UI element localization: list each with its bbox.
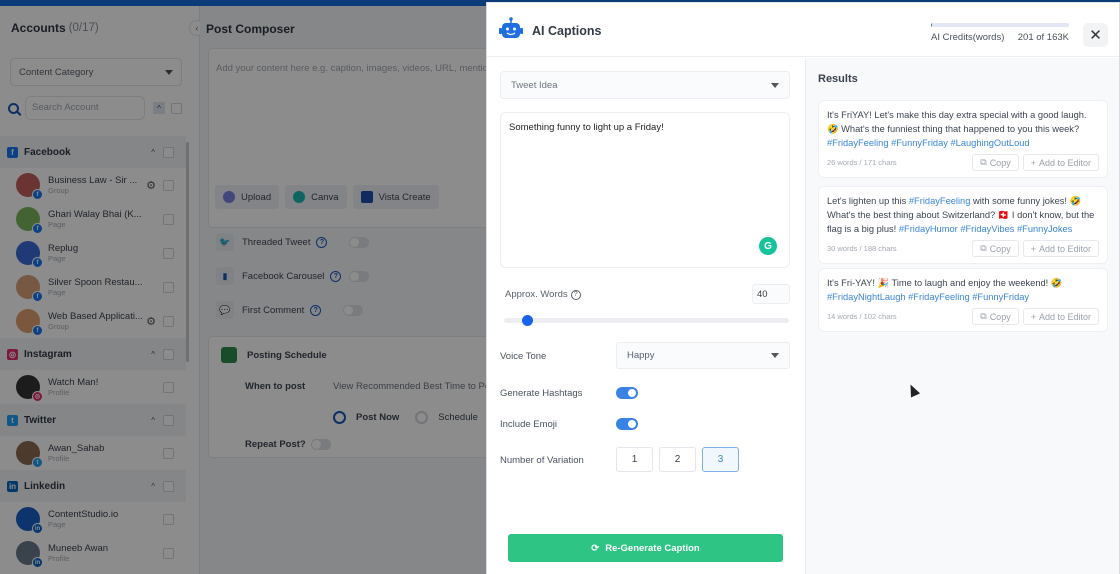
include-emoji-label: Include Emoji xyxy=(500,419,558,430)
variation-label: Number of Variation xyxy=(500,455,584,466)
approx-words-input[interactable]: 40 xyxy=(752,284,790,304)
variation-2-button[interactable]: 2 xyxy=(659,447,696,472)
add-to-editor-label: Add to Editor xyxy=(1038,157,1091,168)
ai-captions-modal: AI Captions AI Credits(words) 201 of 163… xyxy=(486,2,1120,574)
caption-type-value: Tweet Idea xyxy=(511,79,558,91)
copy-icon: ⧉ xyxy=(980,157,987,167)
credits-label: AI Credits(words) xyxy=(931,32,1005,43)
copy-label: Copy xyxy=(989,243,1011,254)
close-button[interactable]: ✕ xyxy=(1083,23,1108,47)
idea-textarea[interactable]: Something funny to light up a Friday! G xyxy=(500,112,790,268)
variation-1-button[interactable]: 1 xyxy=(616,447,653,472)
modal-title: AI Captions xyxy=(532,24,602,38)
result-actions: ⧉ Copy + Add to Editor xyxy=(972,240,1099,257)
copy-button[interactable]: ⧉ Copy xyxy=(972,154,1019,171)
result-stats: 14 words / 102 chars xyxy=(827,312,897,321)
result-text: It's Fri-YAY! 🎉 Time to laugh and enjoy … xyxy=(827,276,1099,304)
robot-icon xyxy=(499,17,523,38)
caret-down-icon xyxy=(771,82,779,88)
results-title: Results xyxy=(818,73,858,85)
help-icon[interactable]: ? xyxy=(570,289,581,300)
hashtags[interactable]: #FridayFeeling xyxy=(909,196,971,206)
result-card: It's Fri-YAY! 🎉 Time to laugh and enjoy … xyxy=(818,268,1108,332)
hashtags[interactable]: #FridayFeeling #FunnyFriday #LaughingOut… xyxy=(827,138,1030,148)
credits-progress-fill xyxy=(931,23,933,27)
plus-icon: + xyxy=(1030,243,1036,254)
caption-text: It's FriYAY! Let's make this day extra s… xyxy=(827,110,1087,134)
copy-button[interactable]: ⧉ Copy xyxy=(972,240,1019,257)
add-to-editor-label: Add to Editor xyxy=(1038,311,1091,322)
voice-tone-select[interactable]: Happy xyxy=(616,342,790,369)
copy-label: Copy xyxy=(989,157,1011,168)
slider-thumb[interactable] xyxy=(521,315,533,326)
grammarly-icon[interactable]: G xyxy=(759,237,777,255)
result-stats: 26 words / 171 chars xyxy=(827,158,897,167)
result-footer: 30 words / 188 chars ⧉ Copy + Add to Editor xyxy=(827,240,1099,257)
voice-tone-value: Happy xyxy=(627,350,655,361)
result-actions: ⧉ Copy + Add to Editor xyxy=(972,154,1099,171)
add-to-editor-button[interactable]: + Add to Editor xyxy=(1022,240,1099,257)
approx-words-label: Approx. Words ? xyxy=(505,289,581,300)
add-to-editor-label: Add to Editor xyxy=(1038,243,1091,254)
copy-icon: ⧉ xyxy=(980,311,987,321)
result-stats: 30 words / 188 chars xyxy=(827,244,897,253)
copy-button[interactable]: ⧉ Copy xyxy=(972,308,1019,325)
result-text: Let's lighten up this #FridayFeeling wit… xyxy=(827,194,1099,236)
copy-label: Copy xyxy=(989,311,1011,322)
add-to-editor-button[interactable]: + Add to Editor xyxy=(1022,154,1099,171)
add-to-editor-button[interactable]: + Add to Editor xyxy=(1022,308,1099,325)
variation-3-button[interactable]: 3 xyxy=(702,447,739,472)
hashtags[interactable]: #FridayHumor #FridayVibes #FunnyJokes xyxy=(899,224,1072,234)
generate-hashtags-toggle[interactable] xyxy=(616,387,638,399)
generate-hashtags-label: Generate Hashtags xyxy=(500,388,583,399)
regenerate-caption-button[interactable]: ⟳ Re-Generate Caption xyxy=(508,534,783,562)
caption-text: It's Fri-YAY! 🎉 Time to laugh and enjoy … xyxy=(827,278,1063,288)
credits-value: 201 of 163K xyxy=(1017,32,1069,43)
plus-icon: + xyxy=(1030,311,1036,322)
caret-down-icon xyxy=(771,353,779,358)
variation-selector: 1 2 3 xyxy=(616,447,739,472)
results-panel: Results It's FriYAY! Let's make this day… xyxy=(805,58,1119,574)
approx-words-text: Approx. Words xyxy=(505,289,568,300)
close-icon: ✕ xyxy=(1089,27,1102,44)
caption-settings-panel: Tweet Idea Something funny to light up a… xyxy=(487,58,805,574)
approx-words-slider[interactable] xyxy=(504,315,789,326)
include-emoji-toggle[interactable] xyxy=(616,418,638,430)
modal-backdrop[interactable] xyxy=(0,6,486,574)
result-card: Let's lighten up this #FridayFeeling wit… xyxy=(818,186,1108,264)
caption-text: Let's lighten up this xyxy=(827,196,909,206)
regenerate-label: Re-Generate Caption xyxy=(605,542,700,554)
ai-credits: AI Credits(words) 201 of 163K xyxy=(931,23,1069,43)
refresh-icon: ⟳ xyxy=(591,542,600,554)
copy-icon: ⧉ xyxy=(980,243,987,253)
caption-type-select[interactable]: Tweet Idea xyxy=(500,71,790,99)
credits-progress-bar xyxy=(931,23,1069,27)
result-footer: 14 words / 102 chars ⧉ Copy + Add to Editor xyxy=(827,308,1099,325)
result-card: It's FriYAY! Let's make this day extra s… xyxy=(818,100,1108,178)
voice-tone-label: Voice Tone xyxy=(500,351,547,362)
hashtags[interactable]: #FridayNightLaugh #FridayFeeling #FunnyF… xyxy=(827,292,1029,302)
result-footer: 26 words / 171 chars ⧉ Copy + Add to Editor xyxy=(827,154,1099,171)
result-text: It's FriYAY! Let's make this day extra s… xyxy=(827,108,1099,150)
idea-text: Something funny to light up a Friday! xyxy=(509,122,664,133)
modal-header: AI Captions AI Credits(words) 201 of 163… xyxy=(487,3,1119,57)
result-actions: ⧉ Copy + Add to Editor xyxy=(972,308,1099,325)
plus-icon: + xyxy=(1030,157,1036,168)
